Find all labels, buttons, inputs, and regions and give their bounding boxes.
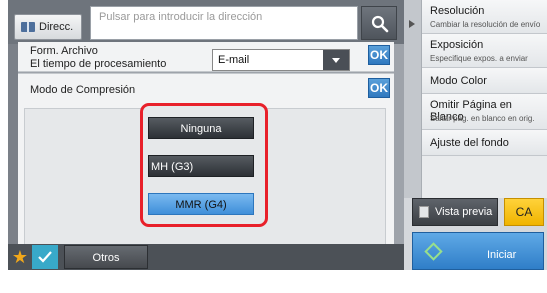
- processing-time-label: El tiempo de procesamiento: [30, 58, 167, 70]
- bottom-bar: ★ Otros: [8, 244, 404, 270]
- right-panel: Resolución Cambiar la resolución de enví…: [404, 0, 547, 270]
- search-icon: [371, 15, 389, 33]
- left-strip: [8, 44, 18, 244]
- menu-item-modo-color[interactable]: Modo Color: [422, 68, 547, 94]
- menu-item-omitir-pagina[interactable]: Omitir Página en Blanco Saltar pág. en b…: [422, 94, 547, 130]
- address-book-icon: [21, 22, 35, 32]
- address-input[interactable]: Pulsar para introducir la dirección: [90, 6, 358, 40]
- start-button[interactable]: Iniciar: [412, 232, 544, 270]
- menu-item-title: Modo Color: [430, 75, 487, 87]
- file-format-ok-button[interactable]: OK: [368, 45, 390, 65]
- preview-button[interactable]: Vista previa: [412, 198, 498, 226]
- settings-menu: Resolución Cambiar la resolución de enví…: [422, 0, 547, 198]
- menu-item-exposicion[interactable]: Exposición Especifique expos. a enviar: [422, 34, 547, 68]
- search-button[interactable]: [361, 6, 397, 40]
- panel-collapse-tab[interactable]: [404, 0, 422, 198]
- file-format-value: E-mail: [218, 54, 250, 66]
- menu-item-title: Exposición: [430, 39, 484, 51]
- preview-label: Vista previa: [435, 206, 493, 218]
- menu-item-title: Ajuste del fondo: [430, 137, 509, 149]
- option-ninguna-button[interactable]: Ninguna: [148, 117, 254, 139]
- compression-title: Modo de Compresión: [30, 84, 136, 96]
- menu-item-subtitle: Especifique expos. a enviar: [430, 54, 528, 63]
- address-placeholder: Pulsar para introducir la dirección: [99, 11, 263, 23]
- address-book-button[interactable]: Direcc.: [14, 14, 82, 40]
- start-diamond-icon: [424, 242, 443, 261]
- preview-icon: [419, 206, 429, 218]
- check-icon: [38, 251, 52, 263]
- address-book-label: Direcc.: [39, 21, 74, 33]
- option-mh-g3-button[interactable]: MH (G3): [148, 155, 254, 177]
- menu-item-resolucion[interactable]: Resolución Cambiar la resolución de enví…: [422, 0, 547, 34]
- option-mmr-g4-button[interactable]: MMR (G4): [148, 193, 254, 215]
- main-area: Direcc. Pulsar para introducir la direcc…: [8, 0, 404, 270]
- others-button[interactable]: Otros: [64, 245, 148, 269]
- file-format-select[interactable]: E-mail: [212, 49, 350, 71]
- chevron-down-icon: [323, 50, 349, 70]
- checkmark-button[interactable]: [32, 245, 58, 269]
- menu-item-ajuste-fondo[interactable]: Ajuste del fondo: [422, 130, 547, 156]
- ca-button[interactable]: CA: [504, 198, 544, 226]
- file-format-label: Form. Archivo: [30, 45, 98, 57]
- start-label: Iniciar: [487, 249, 517, 261]
- favorite-star-icon[interactable]: ★: [10, 247, 30, 267]
- screen: Direcc. Pulsar para introducir la direcc…: [8, 0, 547, 270]
- menu-item-subtitle: Saltar pág. en blanco en orig.: [430, 114, 535, 123]
- menu-item-subtitle: Cambiar la resolución de envío: [430, 20, 541, 29]
- compression-ok-button[interactable]: OK: [368, 78, 390, 98]
- address-bar: Direcc. Pulsar para introducir la direcc…: [8, 0, 404, 44]
- menu-item-title: Resolución: [430, 5, 485, 17]
- file-format-row: Form. Archivo El tiempo de procesamiento…: [18, 42, 394, 72]
